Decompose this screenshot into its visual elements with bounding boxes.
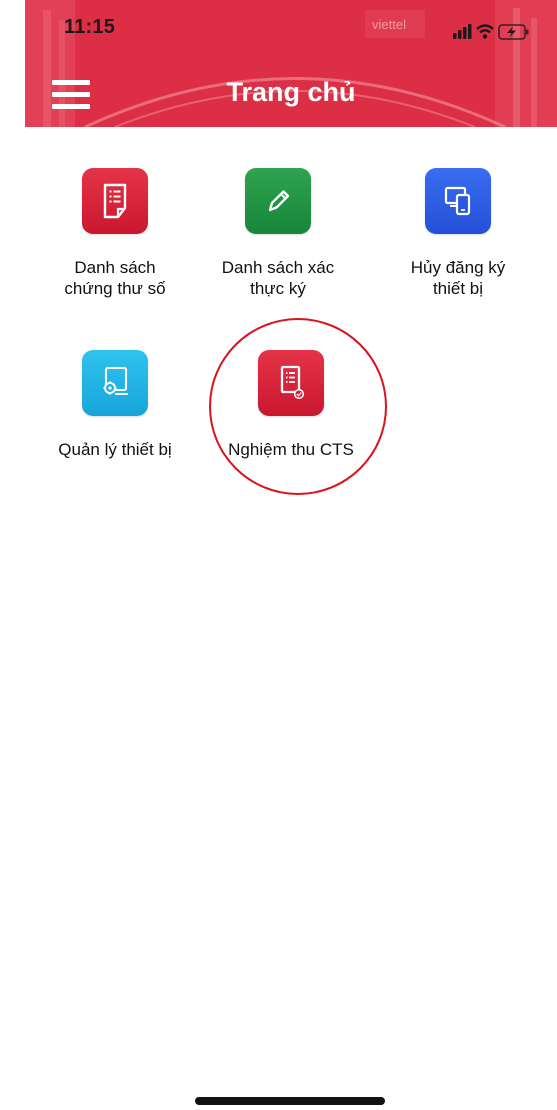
device-settings-icon: [103, 366, 128, 395]
home-indicator[interactable]: [195, 1097, 385, 1105]
wifi-icon: [476, 24, 494, 39]
page-title: Trang chủ: [226, 77, 356, 107]
tile-device-management-icon-box: [82, 350, 148, 416]
tile-signature-verification-label: Danh sách xác thực ký: [221, 258, 335, 298]
app-header: viettel 11:15 Trang chủ: [25, 0, 557, 127]
app-screen: viettel 11:15 Trang chủ Danh sách chứng …: [0, 0, 557, 1110]
tile-unregister-device-icon-box: [425, 168, 491, 234]
tile-certificate-list[interactable]: Danh sách chứng thư số: [40, 168, 190, 299]
tile-certificate-list-label: Danh sách chứng thư số: [64, 258, 166, 298]
tile-unregister-device-label: Hủy đăng ký thiết bị: [410, 258, 506, 298]
document-list-icon: [103, 183, 127, 219]
pencil-icon: [268, 190, 290, 212]
status-icons: [453, 22, 535, 42]
status-time: 11:15: [64, 16, 116, 38]
tile-cts-acceptance-label: Nghiệm thu CTS: [228, 440, 354, 459]
battery-icon: [498, 24, 529, 40]
tile-device-management[interactable]: Quản lý thiết bị: [40, 350, 190, 460]
tile-signature-verification-list[interactable]: Danh sách xác thực ký: [203, 168, 353, 299]
devices-icon: [444, 186, 471, 216]
tile-device-management-label: Quản lý thiết bị: [58, 440, 172, 459]
document-check-icon: [280, 365, 305, 400]
tile-cts-acceptance[interactable]: Nghiệm thu CTS: [216, 350, 366, 460]
signal-icon: [453, 24, 472, 39]
tile-cts-acceptance-icon-box: [258, 350, 324, 416]
tile-signature-verification-icon-box: [245, 168, 311, 234]
svg-text:viettel: viettel: [372, 17, 406, 32]
tile-certificate-list-icon-box: [82, 168, 148, 234]
tile-unregister-device[interactable]: Hủy đăng ký thiết bị: [383, 168, 533, 299]
